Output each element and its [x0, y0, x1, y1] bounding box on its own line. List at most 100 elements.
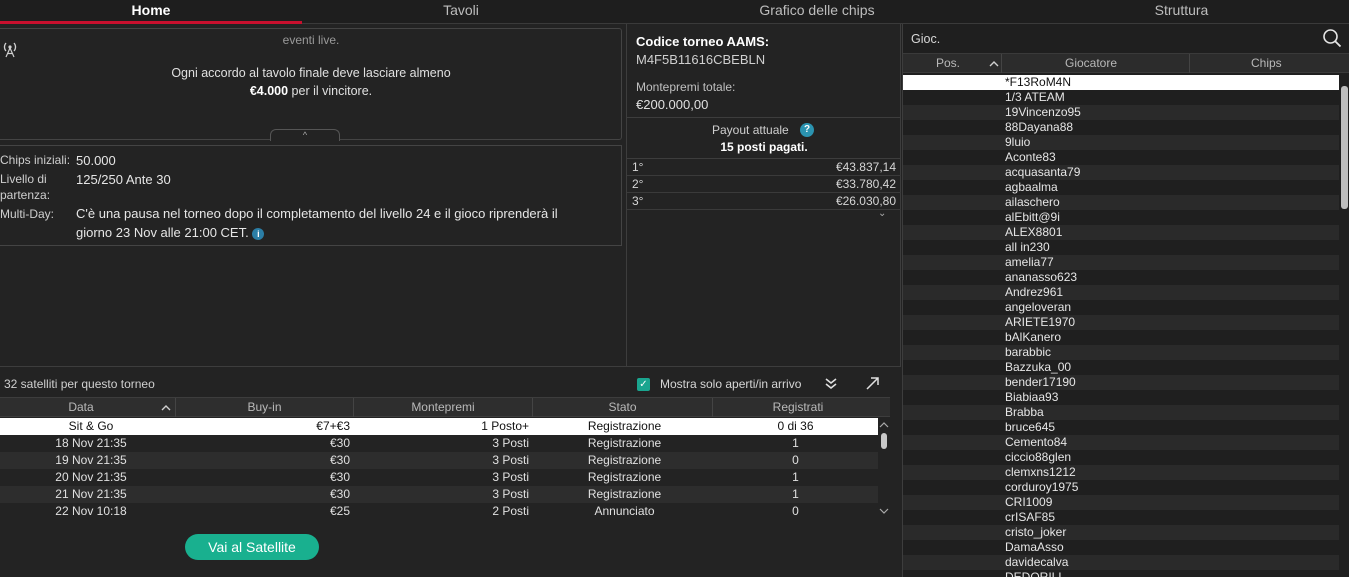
- player-row[interactable]: amelia77: [903, 255, 1339, 270]
- col-giocatore[interactable]: Giocatore: [1065, 56, 1117, 70]
- expand-payouts-chevron-icon[interactable]: ⌄: [878, 208, 886, 219]
- player-row[interactable]: ALEX8801: [903, 225, 1339, 240]
- player-row[interactable]: 9luio: [903, 135, 1339, 150]
- multiday-line-2: giorno 23 Nov alle 21:00 CET. i: [76, 223, 596, 242]
- col-stato[interactable]: Stato: [533, 400, 712, 414]
- tab-bar: Home Tavoli Grafico delle chips Struttur…: [0, 0, 1349, 24]
- player-row[interactable]: Andrez961: [903, 285, 1339, 300]
- player-row[interactable]: Aconte83: [903, 150, 1339, 165]
- filter-label[interactable]: Mostra solo aperti/in arrivo: [660, 377, 801, 391]
- player-row[interactable]: davidecalva: [903, 555, 1339, 570]
- player-row[interactable]: 88Dayana88: [903, 120, 1339, 135]
- col-data[interactable]: Data: [0, 400, 162, 414]
- player-row[interactable]: angeloveran: [903, 300, 1339, 315]
- player-row[interactable]: 1/3 ATEAM: [903, 90, 1339, 105]
- level-label-2: partenza:: [0, 188, 51, 202]
- player-row[interactable]: agbaalma: [903, 180, 1339, 195]
- satellites-title: 32 satelliti per questo torneo: [4, 377, 155, 391]
- multiday-line-2-text: giorno 23 Nov alle 21:00 CET.: [76, 225, 249, 240]
- satellite-cell-stato: Registrazione: [587, 470, 662, 484]
- tab-struttura[interactable]: Struttura: [1014, 0, 1349, 24]
- player-row[interactable]: bender17190: [903, 375, 1339, 390]
- satellite-cell-buyin: €7+€3: [316, 419, 350, 433]
- multiday-text: C'è una pausa nel torneo dopo il complet…: [76, 204, 596, 242]
- popout-arrow-icon[interactable]: [864, 375, 880, 391]
- player-row[interactable]: barabbic: [903, 345, 1339, 360]
- scroll-up-icon[interactable]: [879, 421, 889, 428]
- col-pos[interactable]: Pos.: [936, 56, 960, 70]
- player-row[interactable]: crISAF85: [903, 510, 1339, 525]
- satellite-row[interactable]: 18 Nov 21:35 €30 3 Posti Registrazione 1: [0, 435, 878, 452]
- payout-amount: €33.780,42: [835, 177, 896, 191]
- col-buyin[interactable]: Buy-in: [176, 400, 353, 414]
- satellite-row[interactable]: 22 Nov 10:18 €25 2 Posti Annunciato 0: [0, 503, 878, 520]
- player-row[interactable]: ailaschero: [903, 195, 1339, 210]
- satellite-cell-data: 22 Nov 10:18: [55, 504, 127, 518]
- satellite-cell-prize: 3 Posti: [492, 487, 529, 501]
- go-to-satellite-button[interactable]: Vai al Satellite: [185, 534, 319, 560]
- sort-asc-icon[interactable]: [161, 404, 171, 411]
- player-row[interactable]: all in230: [903, 240, 1339, 255]
- satellite-cell-reg: 0: [792, 504, 799, 518]
- satellite-cell-reg: 1: [792, 470, 799, 484]
- player-row[interactable]: corduroy1975: [903, 480, 1339, 495]
- col-divider: [1001, 54, 1002, 73]
- collapse-rules-button[interactable]: ^: [270, 129, 340, 141]
- help-icon[interactable]: ?: [800, 123, 814, 137]
- player-row[interactable]: bAlKanero: [903, 330, 1339, 345]
- player-row[interactable]: acquasanta79: [903, 165, 1339, 180]
- satellite-cell-data: 18 Nov 21:35: [55, 436, 127, 450]
- player-row[interactable]: Bazzuka_00: [903, 360, 1339, 375]
- satellite-cell-prize: 1 Posto+: [481, 419, 529, 433]
- search-icon[interactable]: [1322, 28, 1342, 48]
- tab-home[interactable]: Home: [0, 0, 302, 24]
- satellite-cell-prize: 3 Posti: [492, 470, 529, 484]
- satellites-scrollbar[interactable]: [881, 433, 887, 449]
- players-scrollbar[interactable]: [1341, 86, 1348, 209]
- player-row[interactable]: ARIETE1970: [903, 315, 1339, 330]
- deal-amount: €4.000: [249, 84, 289, 98]
- satellite-row[interactable]: 19 Nov 21:35 €30 3 Posti Registrazione 0: [0, 452, 878, 469]
- col-montepremi[interactable]: Montepremi: [354, 400, 532, 414]
- player-row[interactable]: CRI1009: [903, 495, 1339, 510]
- satellite-row[interactable]: 20 Nov 21:35 €30 3 Posti Registrazione 1: [0, 469, 878, 486]
- player-row[interactable]: Biabiaa93: [903, 390, 1339, 405]
- player-row[interactable]: Brabba: [903, 405, 1339, 420]
- player-row[interactable]: bruce645: [903, 420, 1339, 435]
- player-row[interactable]: alEbitt@9i: [903, 210, 1339, 225]
- player-row[interactable]: 19Vincenzo95: [903, 105, 1339, 120]
- player-row[interactable]: DEDORILL: [903, 570, 1339, 577]
- satellite-cell-buyin: €30: [329, 470, 350, 484]
- filter-checkbox[interactable]: ✓: [637, 378, 650, 391]
- tab-grafico-chips[interactable]: Grafico delle chips: [620, 0, 1014, 24]
- satellite-row[interactable]: Sit & Go €7+€3 1 Posto+ Registrazione 0 di 3…: [0, 418, 878, 435]
- satellite-cell-data: 19 Nov 21:35: [55, 453, 127, 467]
- col-registrati[interactable]: Registrati: [713, 400, 883, 414]
- player-search-input[interactable]: Gioc.: [911, 32, 940, 46]
- satellite-row[interactable]: 21 Nov 21:35 €30 3 Posti Registrazione 1: [0, 486, 878, 503]
- satellite-cell-prize: 2 Posti: [492, 504, 529, 518]
- player-row[interactable]: Cemento84: [903, 435, 1339, 450]
- info-icon[interactable]: i: [252, 227, 265, 240]
- collapse-double-chevron-icon[interactable]: [824, 377, 838, 391]
- deal-rule-text: Ogni accordo al tavolo finale deve lasci…: [171, 66, 451, 80]
- player-row[interactable]: cristo_joker: [903, 525, 1339, 540]
- scroll-down-icon[interactable]: [879, 508, 889, 515]
- code-label: Codice torneo AAMS:: [636, 34, 770, 49]
- players-panel: Gioc. Pos. Giocatore Chips *F13RoM4N 1/3 …: [902, 24, 1349, 577]
- payout-row: 3° €26.030,80: [627, 193, 901, 210]
- player-row[interactable]: DamaAsso: [903, 540, 1339, 555]
- player-row[interactable]: ciccio88glen: [903, 450, 1339, 465]
- player-row[interactable]: *F13RoM4N: [903, 75, 1339, 90]
- col-chips[interactable]: Chips: [1251, 56, 1282, 70]
- satellite-cell-prize: 3 Posti: [492, 436, 529, 450]
- player-row[interactable]: clemxns1212: [903, 465, 1339, 480]
- sort-asc-icon[interactable]: [989, 60, 999, 67]
- player-row[interactable]: ananasso623: [903, 270, 1339, 285]
- satellite-cell-reg: 0: [792, 453, 799, 467]
- payout-amount: €26.030,80: [835, 194, 896, 208]
- satellite-cell-data: Sit & Go: [68, 419, 114, 433]
- payout-position: 2°: [632, 177, 644, 191]
- tab-tavoli[interactable]: Tavoli: [302, 0, 620, 24]
- satellite-cell-buyin: €25: [329, 504, 350, 518]
